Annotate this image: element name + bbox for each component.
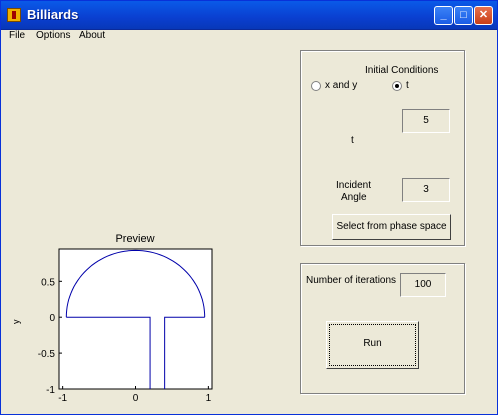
y-tick-label: -1 (46, 385, 55, 396)
plot-area (58, 248, 213, 390)
preview-title: Preview (115, 233, 154, 245)
radio-t[interactable] (392, 81, 402, 91)
angle-label: Angle (341, 192, 367, 203)
y-axis-label: y (11, 319, 21, 324)
x-tick-label: 0 (133, 393, 139, 404)
run-button[interactable]: Run (326, 321, 419, 369)
incident-label: Incident (336, 180, 372, 191)
app-icon (7, 8, 21, 22)
billiards-window: Billiards _ □ ✕ File Options About Initi… (0, 0, 498, 415)
x-tick-label: 1 (206, 393, 212, 404)
x-tick-label: -1 (58, 393, 67, 404)
y-tick-label: -0.5 (38, 349, 56, 360)
preview-plot: Preview y -1 0 1 0.5 0 -0.5 -1 (11, 233, 213, 404)
initial-conditions-title: Initial Conditions (365, 65, 439, 76)
close-button[interactable]: ✕ (474, 6, 493, 25)
t-value-field[interactable]: 5 (402, 109, 450, 133)
iterations-panel: Number of iterations 100 Run (300, 263, 465, 394)
radio-t-label: t (406, 80, 409, 91)
maximize-button[interactable]: □ (454, 6, 473, 25)
iterations-label: Number of iterations (306, 275, 397, 286)
menu-file[interactable]: File (9, 30, 25, 41)
t-label: t (351, 135, 354, 146)
menu-options[interactable]: Options (36, 30, 70, 41)
menubar: File Options About (1, 29, 497, 45)
menu-about[interactable]: About (79, 30, 105, 41)
radio-x-and-y[interactable] (311, 81, 321, 91)
radio-x-and-y-label: x and y (325, 80, 358, 91)
y-tick-label: 0 (49, 313, 55, 324)
title-bar[interactable]: Billiards _ □ ✕ (1, 1, 497, 30)
y-tick-label: 0.5 (41, 277, 55, 288)
incident-angle-field[interactable]: 3 (402, 178, 450, 202)
select-from-phase-space-button[interactable]: Select from phase space (332, 214, 451, 240)
iterations-field[interactable]: 100 (400, 273, 446, 297)
window-title: Billiards (27, 7, 79, 22)
initial-conditions-panel: Initial Conditions x and y t t 5 Inciden… (300, 50, 465, 246)
minimize-button[interactable]: _ (434, 6, 453, 25)
